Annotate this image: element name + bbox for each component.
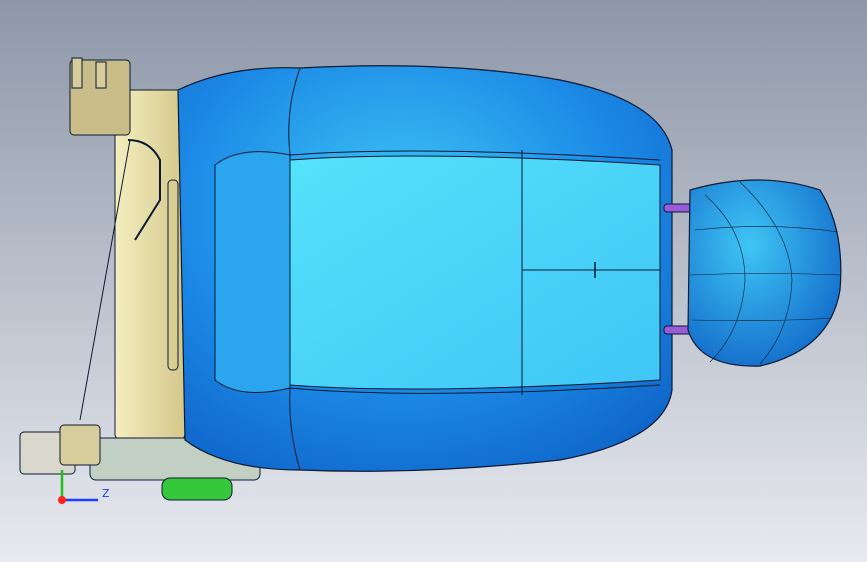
recliner-knob-2[interactable] (95, 61, 107, 89)
cushion-side-pad (214, 151, 291, 393)
recliner-knob[interactable] (71, 57, 83, 89)
axis-z-label: Z (102, 487, 110, 500)
housing-connector (59, 424, 101, 466)
cad-viewport[interactable]: Z (0, 0, 867, 562)
frame-rail (114, 89, 186, 441)
cad-scene[interactable]: Z (0, 0, 867, 562)
cushion-insert[interactable] (289, 155, 661, 390)
seat-cushion[interactable] (177, 65, 673, 472)
axis-origin (58, 496, 66, 504)
green-foot[interactable] (161, 477, 233, 501)
